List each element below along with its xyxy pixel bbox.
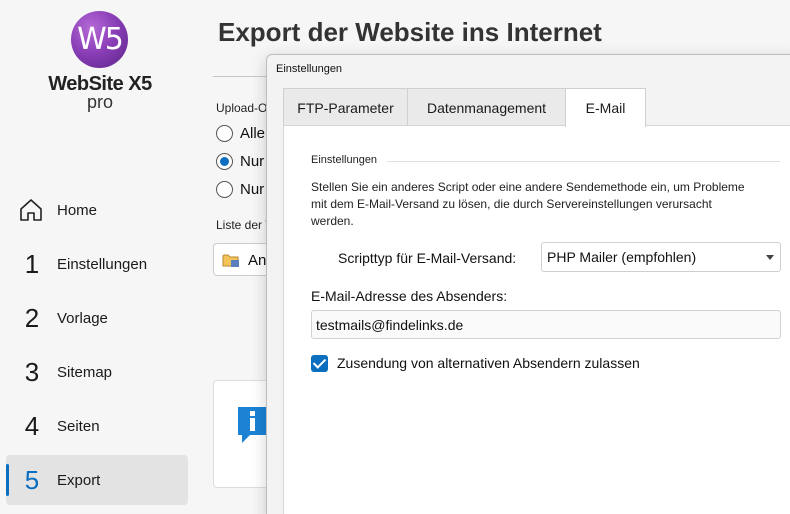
script-type-label: Scripttyp für E-Mail-Versand: [338, 250, 517, 266]
script-type-value: PHP Mailer (empfohlen) [547, 249, 697, 265]
tab-email[interactable]: E-Mail [565, 88, 646, 127]
radio-label: Alle [240, 125, 266, 142]
settings-dialog: Einstellungen FTP-Parameter Datenmanagem… [266, 54, 790, 514]
radio-label: Nur [240, 181, 265, 198]
sidebar-item-seiten[interactable]: 4 Seiten [6, 401, 188, 451]
step-number: 5 [24, 464, 40, 495]
sender-email-field[interactable] [311, 310, 781, 339]
home-icon [20, 199, 42, 221]
group-label: Einstellungen [311, 154, 378, 166]
step-number: 1 [24, 248, 40, 279]
upload-radio-other[interactable] [216, 181, 233, 198]
upload-radio-all[interactable] [216, 125, 233, 142]
page-title: Export der Website ins Internet [218, 17, 602, 47]
info-panel [213, 380, 273, 488]
info-icon [238, 407, 268, 443]
sidebar-item-label: Sitemap [57, 363, 113, 381]
logo-mark: W5 [77, 22, 124, 57]
sender-email-input[interactable] [316, 315, 776, 335]
sidebar-item-sitemap[interactable]: 3 Sitemap [6, 347, 188, 397]
sidebar-item-vorlage[interactable]: 2 Vorlage [6, 293, 188, 343]
sidebar: W5 WebSite X5 pro Home 1 Einstellungen 2… [0, 0, 200, 514]
tab-ftp-parameter[interactable]: FTP-Parameter [283, 88, 408, 126]
chevron-down-icon [766, 255, 774, 260]
sidebar-item-label: Home [57, 201, 98, 219]
sidebar-item-label: Seiten [57, 417, 100, 435]
folder-icon [222, 254, 239, 267]
step-number: 3 [24, 356, 40, 387]
logo-sub: pro [86, 92, 113, 112]
sidebar-item-einstellungen[interactable]: 1 Einstellungen [6, 239, 188, 289]
sidebar-item-home[interactable]: Home [6, 185, 188, 235]
script-type-select[interactable]: PHP Mailer (empfohlen) [541, 242, 781, 272]
alternative-senders-checkbox[interactable] [311, 355, 328, 372]
dialog-title: Einstellungen [276, 63, 343, 75]
sidebar-item-export[interactable]: 5 Export [6, 455, 188, 505]
radio-label: Nur [240, 153, 265, 170]
list-label: Liste der V [216, 218, 274, 232]
add-folder-button[interactable]: An [213, 243, 273, 276]
sender-email-label: E-Mail-Adresse des Absenders: [311, 288, 508, 304]
step-number: 4 [24, 410, 40, 441]
sidebar-item-label: Export [57, 471, 101, 489]
divider [387, 161, 780, 162]
step-number: 2 [24, 302, 40, 333]
checkbox-label[interactable]: Zusendung von alternativen Absendern zul… [337, 355, 640, 371]
sidebar-item-label: Vorlage [57, 309, 108, 327]
description-text: Stellen Sie ein anderes Script oder eine… [311, 180, 745, 228]
upload-options-label: Upload-O [216, 101, 268, 115]
upload-radio-changed[interactable] [216, 153, 233, 170]
tab-datenmanagement[interactable]: Datenmanagement [407, 88, 566, 126]
sidebar-item-label: Einstellungen [57, 255, 148, 273]
logo-icon: W5 [71, 11, 128, 68]
add-folder-label: An [248, 252, 267, 269]
tab-content: Einstellungen Stellen Sie ein anderes Sc… [283, 125, 790, 514]
divider [213, 76, 273, 77]
